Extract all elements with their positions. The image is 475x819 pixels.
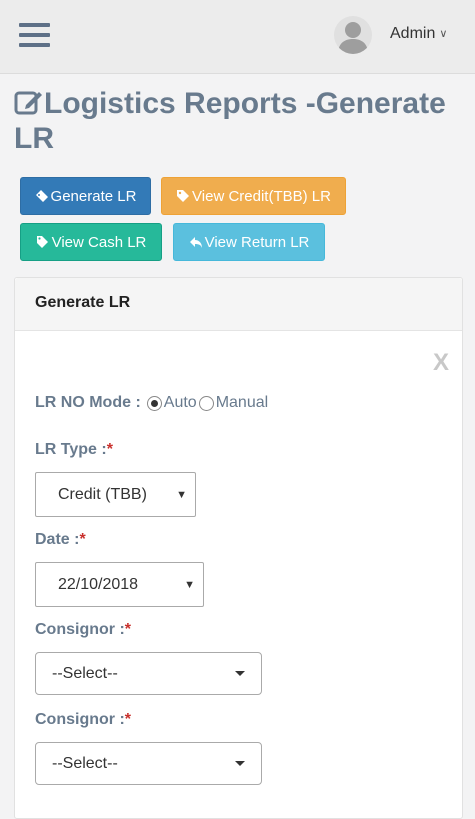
- consignor-select[interactable]: --Select--: [35, 652, 262, 695]
- date-label: Date :*: [35, 531, 86, 549]
- user-name: Admin: [390, 25, 436, 42]
- required-mark: *: [79, 531, 86, 548]
- lr-type-value: Credit (TBB): [58, 485, 147, 503]
- chevron-down-icon: ∨: [439, 28, 448, 40]
- mode-manual-label: Manual: [215, 394, 269, 411]
- lr-mode-label: LR NO Mode :: [35, 394, 141, 411]
- lr-mode-row: LR NO Mode : Auto Manual: [35, 394, 270, 412]
- dropdown-arrow-icon: ▼: [184, 578, 195, 591]
- view-return-lr-button[interactable]: View Return LR: [173, 223, 325, 261]
- view-credit-lr-button[interactable]: View Credit(TBB) LR: [161, 177, 346, 215]
- view-cash-lr-button[interactable]: View Cash LR: [20, 223, 162, 261]
- avatar[interactable]: [334, 16, 372, 54]
- mode-auto-radio[interactable]: [146, 395, 162, 411]
- generate-lr-panel: Generate LR X LR NO Mode : Auto Manual L…: [14, 277, 463, 819]
- consignor-value: --Select--: [52, 664, 118, 682]
- mode-auto-label: Auto: [163, 394, 197, 411]
- caret-down-icon: [235, 761, 245, 766]
- consignor-2-select[interactable]: --Select--: [35, 742, 262, 785]
- date-value: 22/10/2018: [58, 575, 139, 593]
- date-field[interactable]: 22/10/2018 ▼: [35, 562, 204, 607]
- dropdown-arrow-icon: ▼: [176, 488, 187, 501]
- page-title: Logistics Reports -Generate LR: [14, 86, 464, 156]
- page-title-text: Logistics Reports -Generate LR: [14, 87, 446, 155]
- required-mark: *: [124, 711, 131, 728]
- consignor-2-label: Consignor :*: [35, 711, 131, 729]
- view-cash-lr-label: View Cash LR: [51, 233, 147, 251]
- panel-heading: Generate LR: [15, 278, 462, 331]
- required-mark: *: [124, 621, 131, 638]
- close-icon[interactable]: X: [433, 349, 449, 377]
- generate-lr-button[interactable]: Generate LR: [20, 177, 151, 215]
- reply-icon: [189, 237, 202, 248]
- avatar-icon: [338, 22, 368, 54]
- mode-manual-radio[interactable]: [198, 395, 214, 411]
- view-credit-lr-label: View Credit(TBB) LR: [192, 187, 331, 205]
- consignor-label: Consignor :*: [35, 621, 131, 639]
- lr-type-label-text: LR Type :: [35, 441, 107, 458]
- lr-type-select[interactable]: Credit (TBB) ▼: [35, 472, 196, 517]
- view-return-lr-label: View Return LR: [204, 233, 310, 251]
- generate-lr-label: Generate LR: [50, 187, 137, 205]
- consignor-2-label-text: Consignor :: [35, 711, 125, 728]
- ticket-icon: [35, 190, 48, 202]
- consignor-2-value: --Select--: [52, 754, 118, 772]
- edit-icon: [14, 91, 42, 115]
- tags-icon: [36, 236, 48, 248]
- consignor-label-text: Consignor :: [35, 621, 125, 638]
- menu-icon[interactable]: [19, 23, 50, 49]
- user-menu[interactable]: Admin ∨: [390, 25, 447, 43]
- tag-icon: [177, 190, 190, 202]
- top-navbar: Admin ∨: [0, 0, 475, 74]
- lr-type-label: LR Type :*: [35, 441, 113, 459]
- caret-down-icon: [235, 671, 245, 676]
- required-mark: *: [106, 441, 113, 458]
- date-label-text: Date :: [35, 531, 80, 548]
